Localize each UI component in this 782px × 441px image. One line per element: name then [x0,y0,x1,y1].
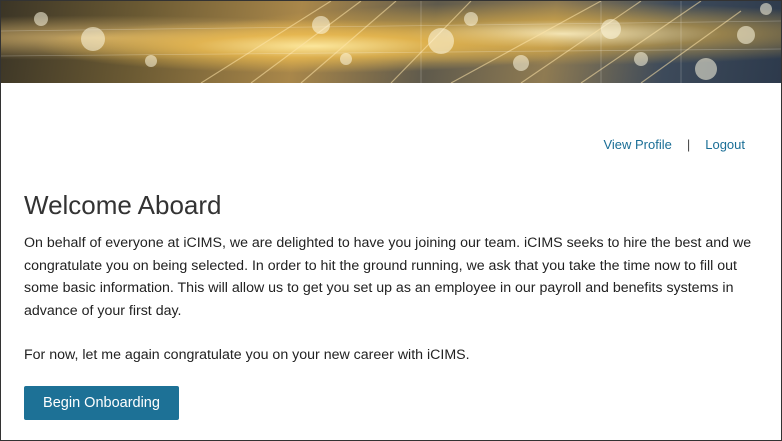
banner-light-streaks [1,1,781,83]
page-title: Welcome Aboard [24,190,222,220]
header-banner-image [1,1,781,83]
nav-separator: | [686,137,691,152]
welcome-paragraph-1: On behalf of everyone at iCIMS, we are d… [24,235,752,319]
logout-link[interactable]: Logout [705,137,745,152]
page-frame: View Profile | Logout Welcome Aboard On … [0,0,782,441]
view-profile-link[interactable]: View Profile [603,137,671,152]
welcome-paragraph-2: For now, let me again congratulate you o… [24,347,470,363]
welcome-message: On behalf of everyone at iCIMS, we are d… [24,232,772,367]
begin-onboarding-button[interactable]: Begin Onboarding [24,386,179,420]
account-nav: View Profile | Logout [603,137,745,152]
